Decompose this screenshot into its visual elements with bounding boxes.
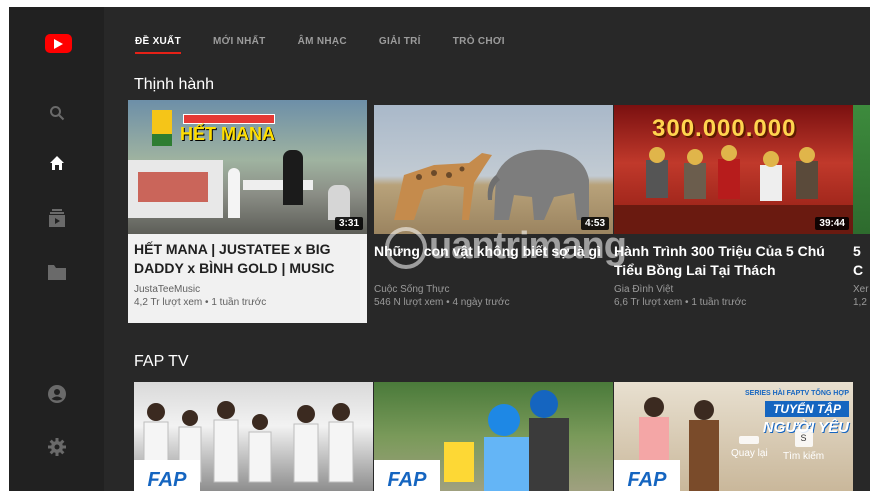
library-icon: [47, 264, 66, 280]
video-card[interactable]: FAP: [134, 382, 373, 491]
video-card[interactable]: 4:53 Những con vật không biết sợ là gì C…: [374, 105, 613, 309]
video-meta: 546 N lượt xem • 4 ngày trước: [374, 297, 510, 308]
search-key-icon: S: [794, 429, 813, 447]
video-channel: Xer: [853, 284, 869, 295]
video-channel: Gia Đình Việt: [614, 284, 674, 295]
account-icon: [47, 385, 66, 403]
youtube-logo-icon: [45, 34, 72, 53]
section-title-trending: Thịnh hành: [134, 76, 215, 93]
category-tabs: ĐỀ XUẤT MỚI NHẤT ÂM NHẠC GIẢI TRÍ TRÒ CH…: [135, 36, 537, 56]
video-card[interactable]: HẾT MANA 3:31 HẾT MANA | JUSTATEE x BIG …: [128, 100, 367, 323]
tab-am-nhac[interactable]: ÂM NHẠC: [298, 36, 347, 56]
thumbnail-caption: HẾT MANA: [180, 124, 275, 144]
back-key-icon: [739, 436, 760, 444]
sidebar-item-home[interactable]: [9, 148, 104, 178]
tab-moi-nhat[interactable]: MỚI NHẤT: [213, 36, 266, 56]
video-thumbnail: HẾT MANA 3:31: [128, 100, 367, 234]
video-duration: 4:53: [580, 217, 609, 230]
hint-back-label: Quay lại: [731, 448, 768, 459]
giraffe-elephant-graphic: [394, 149, 589, 220]
video-thumbnail: 4:53: [374, 105, 613, 234]
monks-graphic: [614, 145, 853, 234]
video-title: Những con vật không biết sợ là gì: [374, 243, 601, 259]
subscriptions-icon: [48, 209, 65, 227]
tab-tro-choi[interactable]: TRÒ CHƠI: [453, 36, 505, 56]
video-title: Hành Trình 300 Triệu Của 5 Chú Tiểu Bồng…: [614, 243, 825, 278]
video-card[interactable]: 5 C ĐT Xer 1,2: [853, 105, 870, 309]
tv-screen: ĐỀ XUẤT MỚI NHẤT ÂM NHẠC GIẢI TRÍ TRÒ CH…: [9, 7, 870, 491]
section-title-fap-tv: FAP TV: [134, 353, 189, 370]
hint-search-label: Tìm kiếm: [783, 451, 825, 462]
video-meta: 4,2 Tr lượt xem • 1 tuần trước: [134, 297, 267, 308]
video-thumbnail: 300.000.000 39:44: [614, 105, 853, 234]
sidebar-item-settings[interactable]: [9, 432, 104, 462]
tab-giai-tri[interactable]: GIẢI TRÍ: [379, 36, 421, 56]
sidebar-item-subscriptions[interactable]: [9, 203, 104, 233]
video-title: HẾT MANA | JUSTATEE x BIG DADDY x BÌNH G…: [134, 241, 335, 276]
video-channel: Cuộc Sống Thực: [374, 284, 450, 295]
video-card[interactable]: FAP: [374, 382, 613, 491]
video-thumbnail: [853, 105, 870, 234]
fap-tv-logo: FAP: [374, 460, 440, 491]
sidebar-item-library[interactable]: [9, 257, 104, 287]
video-channel: JustaTeeMusic: [134, 284, 201, 295]
fap-tv-logo: FAP: [614, 460, 680, 491]
settings-icon: [47, 438, 66, 456]
sidebar: [9, 7, 104, 491]
video-card[interactable]: 300.000.000 39:44 Hành Trình 300 Triệu C…: [614, 105, 853, 309]
video-thumbnail: FAP: [374, 382, 613, 491]
video-duration: 39:44: [815, 217, 849, 230]
sidebar-item-account[interactable]: [9, 379, 104, 409]
search-icon: [49, 106, 64, 121]
video-meta: 6,6 Tr lượt xem • 1 tuần trước: [614, 297, 747, 308]
hint-back: Quay lại: [731, 436, 768, 459]
home-icon: [49, 156, 64, 170]
fap-tv-logo: FAP: [134, 460, 200, 491]
video-title: 5 C ĐT: [853, 243, 864, 278]
sidebar-item-search[interactable]: [9, 98, 104, 128]
video-meta: 1,2: [853, 297, 867, 308]
hint-search: S Tìm kiếm: [783, 429, 824, 462]
video-duration: 3:31: [334, 217, 363, 230]
tab-de-xuat[interactable]: ĐỀ XUẤT: [135, 36, 181, 56]
video-thumbnail: FAP: [134, 382, 373, 491]
